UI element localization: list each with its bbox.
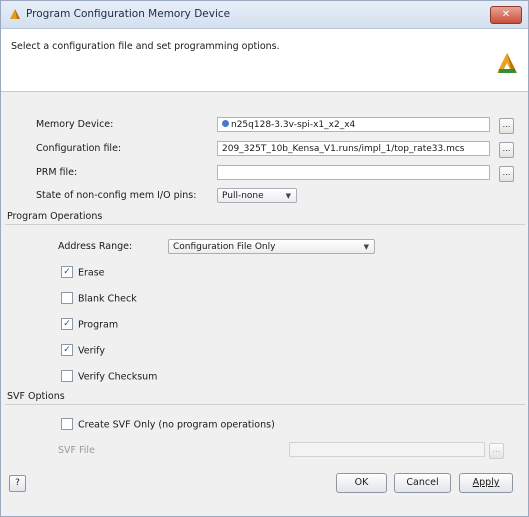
config-file-value: 209_325T_10b_Kensa_V1.runs/impl_1/top_ra… bbox=[222, 144, 465, 154]
create-svf-check-box[interactable] bbox=[61, 418, 73, 430]
memory-device-field[interactable]: n25q128-3.3v-spi-x1_x2_x4 bbox=[217, 117, 490, 132]
svf-file-browse-button[interactable]: … bbox=[489, 443, 504, 459]
svf-file-field[interactable] bbox=[289, 442, 485, 457]
program-checkbox[interactable]: ✓ Program bbox=[61, 318, 119, 333]
verify-label: Verify bbox=[78, 345, 105, 357]
address-range-select[interactable]: Configuration File Only ▼ bbox=[168, 239, 375, 254]
address-range-value: Configuration File Only bbox=[173, 242, 276, 252]
dialog-window: Program Configuration Memory Device ✕ Se… bbox=[0, 0, 529, 517]
erase-checkbox[interactable]: ✓ Erase bbox=[61, 266, 105, 281]
chevron-down-icon: ▼ bbox=[363, 243, 369, 251]
create-svf-label: Create SVF Only (no program operations) bbox=[78, 419, 275, 431]
verify-checksum-checkbox[interactable]: Verify Checksum bbox=[61, 370, 158, 385]
verify-checkbox[interactable]: ✓ Verify bbox=[61, 344, 105, 359]
svf-options-title: SVF Options bbox=[7, 391, 65, 402]
title-bar[interactable]: Program Configuration Memory Device ✕ bbox=[1, 1, 528, 29]
memory-device-label: Memory Device: bbox=[36, 119, 114, 130]
ellipsis-icon: … bbox=[502, 144, 511, 153]
blank-check-label: Blank Check bbox=[78, 293, 137, 305]
help-button[interactable]: ? bbox=[9, 475, 26, 492]
config-file-browse-button[interactable]: … bbox=[499, 142, 514, 158]
vendor-logo-icon bbox=[497, 53, 517, 73]
window-title: Program Configuration Memory Device bbox=[26, 8, 231, 20]
state-pins-select[interactable]: Pull-none ▼ bbox=[217, 188, 297, 203]
create-svf-checkbox[interactable]: Create SVF Only (no program operations) bbox=[61, 418, 275, 433]
app-logo-icon bbox=[10, 9, 20, 19]
config-file-field[interactable]: 209_325T_10b_Kensa_V1.runs/impl_1/top_ra… bbox=[217, 141, 490, 156]
blank-check-checkbox[interactable]: Blank Check bbox=[61, 292, 137, 307]
prm-file-field[interactable] bbox=[217, 165, 490, 180]
chevron-down-icon: ▼ bbox=[285, 192, 291, 200]
program-label: Program bbox=[78, 319, 119, 331]
chip-icon bbox=[222, 120, 229, 127]
program-operations-title: Program Operations bbox=[7, 211, 103, 222]
program-operations-heading: Program Operations bbox=[5, 211, 525, 225]
svf-file-label: SVF File bbox=[58, 445, 95, 456]
verify-checksum-label: Verify Checksum bbox=[78, 371, 158, 383]
memory-device-browse-button[interactable]: … bbox=[499, 118, 514, 134]
state-pins-value: Pull-none bbox=[222, 191, 264, 201]
blank-check-check-box[interactable] bbox=[61, 292, 73, 304]
verify-check-box[interactable]: ✓ bbox=[61, 344, 73, 356]
close-button[interactable]: ✕ bbox=[490, 6, 522, 24]
ellipsis-icon: … bbox=[502, 120, 511, 129]
prm-file-label: PRM file: bbox=[36, 167, 78, 178]
program-check-box[interactable]: ✓ bbox=[61, 318, 73, 330]
erase-label: Erase bbox=[78, 267, 105, 279]
dialog-header: Select a configuration file and set prog… bbox=[1, 29, 528, 92]
prm-file-browse-button[interactable]: … bbox=[499, 166, 514, 182]
address-range-label: Address Range: bbox=[58, 241, 133, 252]
close-icon: ✕ bbox=[501, 9, 511, 20]
ellipsis-icon: … bbox=[492, 445, 501, 454]
ok-label: OK bbox=[354, 477, 369, 488]
ellipsis-icon: … bbox=[502, 168, 511, 177]
help-icon: ? bbox=[15, 478, 20, 488]
verify-checksum-check-box[interactable] bbox=[61, 370, 73, 382]
memory-device-value: n25q128-3.3v-spi-x1_x2_x4 bbox=[231, 120, 356, 130]
ok-button[interactable]: OK bbox=[336, 473, 387, 493]
cancel-label: Cancel bbox=[406, 477, 439, 488]
erase-check-box[interactable]: ✓ bbox=[61, 266, 73, 278]
state-pins-label: State of non-config mem I/O pins: bbox=[36, 190, 197, 201]
cancel-button[interactable]: Cancel bbox=[394, 473, 451, 493]
instruction-text: Select a configuration file and set prog… bbox=[11, 41, 280, 52]
svf-options-heading: SVF Options bbox=[5, 391, 525, 405]
apply-button[interactable]: Apply bbox=[459, 473, 513, 493]
apply-label: Apply bbox=[472, 477, 500, 488]
config-file-label: Configuration file: bbox=[36, 143, 122, 154]
